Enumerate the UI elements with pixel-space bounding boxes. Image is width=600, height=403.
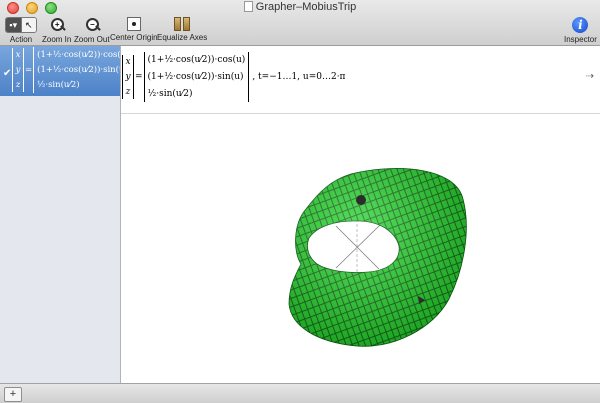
document-icon [243,1,253,12]
expression-row-y: (1+½·cos(u⁄2))·sin(u) [147,71,244,82]
zoom-in-label: Zoom In [42,35,72,44]
grapher-window: Grapher–MobiusTrip ▪▾ ↖ Action + Zoom In… [0,0,600,403]
window-title-text: Grapher–MobiusTrip [255,1,357,13]
expression-row-z: ½·sin(u⁄2) [147,88,193,99]
bottom-bar: + [0,383,600,403]
expression-row-y: (1+½·cos(u⁄2))·sin(u) [37,64,120,75]
action-label: Action [9,35,33,44]
point-marker[interactable] [356,195,366,205]
zoom-out-label: Zoom Out [74,35,110,44]
equalize-axes-icon [174,17,191,31]
mobius-surface [288,168,467,347]
inspector-button[interactable]: i Inspector [564,17,597,44]
title-toolbar: Grapher–MobiusTrip ▪▾ ↖ Action + Zoom In… [0,0,600,46]
equals-sign: = [135,72,143,82]
mobius-strip-plot[interactable] [121,114,600,383]
var-x: x [125,57,131,68]
variable-vector: x y z [122,55,134,99]
expression-vector: (1+½·cos(u⁄2))·cos(u) (1+½·cos(u⁄2))·sin… [143,52,250,102]
equation-list-item[interactable]: ✔ x y z = (1+½·cos(u⁄2))·cos(u) (1+½·cos… [0,46,120,96]
expression-row-x: (1+½·cos(u⁄2))·cos(u) [147,55,246,66]
graph-view[interactable] [121,114,600,383]
pointer-arrow-icon[interactable]: ↖ [20,18,36,32]
select-tool-icon[interactable]: ▪▾ [6,18,21,32]
equals-sign: = [25,65,33,75]
expression-row-z: ½·sin(u⁄2) [37,80,80,91]
variable-vector: x y z [12,48,24,92]
equalize-axes-button[interactable]: Equalize Axes [157,17,207,42]
action-segmented-control[interactable]: ▪▾ ↖ [5,17,37,33]
zoom-out-icon: − [85,17,101,33]
inspector-label: Inspector [564,35,597,44]
info-icon: i [572,17,589,33]
action-tool[interactable]: ▪▾ ↖ Action [5,17,37,44]
var-z: z [125,86,131,97]
center-origin-icon [126,17,141,31]
zoom-out-button[interactable]: − Zoom Out [74,17,110,44]
add-equation-button[interactable]: + [4,387,22,402]
equation-editor-content[interactable]: x y z = (1+½·cos(u⁄2))·cos(u) (1+½·cos(u… [122,52,345,102]
zoom-in-icon: + [50,17,66,33]
var-y: y [15,64,21,75]
window-title: Grapher–MobiusTrip [0,1,600,13]
visibility-checkbox[interactable]: ✔ [3,68,11,79]
expression-row-x: (1+½·cos(u⁄2))·cos(u) [37,49,120,60]
center-origin-label: Center Origin [110,33,158,42]
var-z: z [15,79,21,90]
expand-arrow-icon[interactable]: ⇢ [586,71,594,82]
var-x: x [15,50,21,61]
center-origin-button[interactable]: Center Origin [110,17,158,42]
expression-vector: (1+½·cos(u⁄2))·cos(u) (1+½·cos(u⁄2))·sin… [33,47,120,93]
var-y: y [125,71,131,82]
equalize-axes-label: Equalize Axes [157,33,208,42]
equation-list-sidebar: ✔ x y z = (1+½·cos(u⁄2))·cos(u) (1+½·cos… [0,46,121,383]
zoom-in-button[interactable]: + Zoom In [42,17,71,44]
equation-preview: x y z = (1+½·cos(u⁄2))·cos(u) (1+½·cos(u… [12,47,120,93]
parameter-domain: , t=−1…1, u=0…2·π [252,72,346,82]
